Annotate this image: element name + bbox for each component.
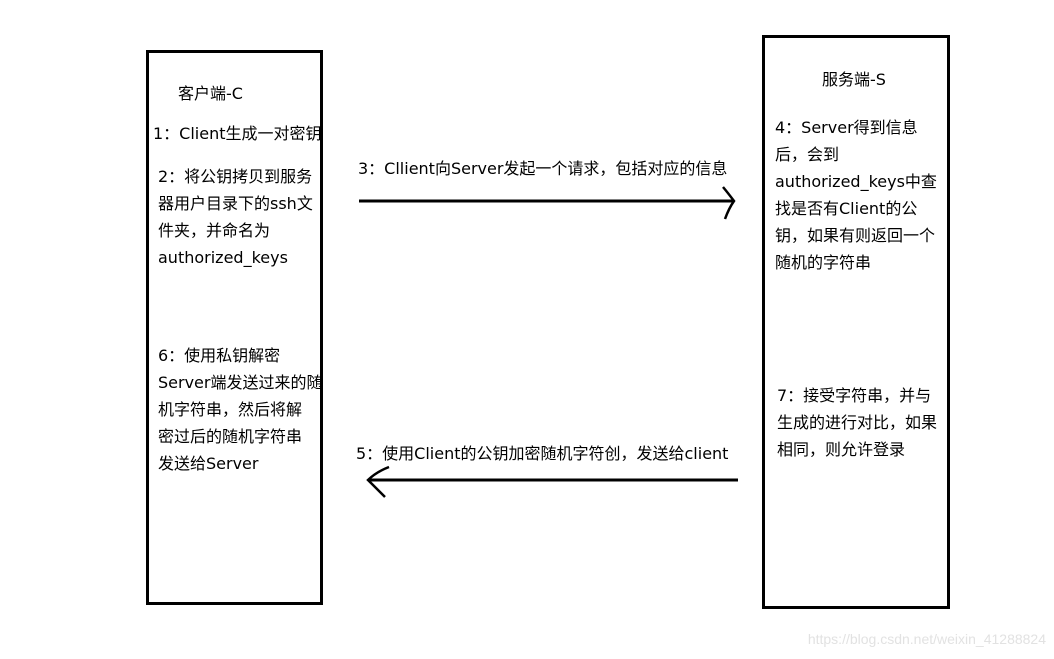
arrows-layer <box>359 186 738 498</box>
arrow-3-request <box>359 186 736 220</box>
watermark: https://blog.csdn.net/weixin_41288824 <box>807 631 1046 647</box>
arrow-5-response <box>366 465 738 498</box>
